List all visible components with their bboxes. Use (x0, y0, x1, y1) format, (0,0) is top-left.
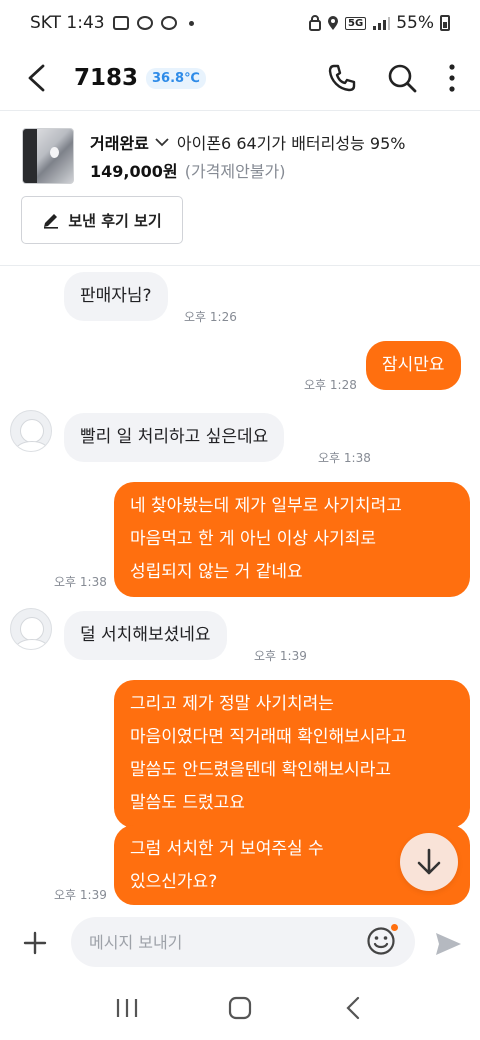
home-icon (228, 996, 252, 1019)
face-notification-icon (160, 16, 177, 30)
message-time: 오후 1:39 (54, 888, 107, 902)
product-price: 149,000원 (90, 162, 178, 181)
incoming-message-bubble[interactable]: 빨리 일 처리하고 싶은데요 (64, 413, 285, 462)
message-line: 말씀도 드렸고요 (130, 793, 245, 813)
incoming-message-bubble[interactable]: 덜 서치해보셨네요 (64, 611, 227, 660)
more-options-button[interactable] (442, 58, 462, 98)
apple-logo-icon (50, 147, 59, 158)
product-info-bar[interactable]: 거래완료 아이폰6 64기가 배터리성능 95% 149,000원 (가격제안불… (0, 111, 480, 265)
price-note: (가격제안불가) (184, 162, 286, 181)
manner-temperature-badge: 36.8℃ (146, 67, 206, 89)
search-button[interactable] (382, 58, 422, 98)
message-line: 성립되지 않는 거 같네요 (130, 562, 303, 582)
scroll-to-bottom-button[interactable] (400, 833, 458, 891)
message-time: 오후 1:28 (304, 378, 357, 392)
plus-icon (23, 931, 47, 955)
send-icon (436, 933, 461, 955)
incoming-message-bubble[interactable]: 판매자님? (64, 272, 168, 321)
carrier-time: SKT 1:43 (30, 13, 105, 33)
battery-percent: 55% (396, 13, 434, 33)
trade-status[interactable]: 거래완료 (90, 130, 149, 154)
status-bar: SKT 1:43 5G 55% (0, 0, 480, 46)
back-button[interactable] (6, 48, 66, 108)
pencil-icon (44, 214, 59, 229)
chat-header: 7183 36.8℃ (0, 46, 480, 110)
call-button[interactable] (322, 58, 362, 98)
recent-apps-button[interactable] (102, 983, 152, 1033)
talk-notification-icon (136, 16, 153, 30)
network-type: 5G (345, 16, 367, 30)
outgoing-message-bubble[interactable]: 그리고 제가 정말 사기치려는 마음이였다면 직거래때 확인해보시라고 말씀도 … (114, 680, 470, 828)
message-line: 마음먹고 한 게 아닌 이상 사기죄로 (130, 529, 376, 549)
outgoing-message-bubble[interactable]: 네 찾아봤는데 제가 일부로 사기치려고 마음먹고 한 게 아닌 이상 사기죄로… (114, 482, 470, 597)
phone-icon (328, 64, 356, 92)
back-arrow-icon (28, 64, 45, 92)
message-time: 오후 1:38 (54, 575, 107, 589)
back-icon (346, 996, 360, 1019)
status-dropdown[interactable] (155, 137, 169, 147)
recent-apps-icon (116, 998, 137, 1017)
chat-messages[interactable]: 판매자님? 오후 1:26 오후 1:28 잠시만요 빨리 일 처리하고 싶은데… (0, 266, 480, 914)
gallery-notification-icon (112, 16, 129, 30)
lock-icon (309, 15, 322, 31)
message-line: 네 찾아봤는데 제가 일부로 사기치려고 (130, 496, 402, 516)
more-vertical-icon (449, 64, 455, 92)
battery-icon (440, 15, 450, 31)
emoji-new-badge (391, 924, 398, 931)
message-time: 오후 1:38 (318, 451, 371, 465)
sent-review-label: 보낸 후기 보기 (68, 211, 162, 230)
system-back-button[interactable] (328, 983, 378, 1033)
attach-button[interactable] (14, 922, 56, 964)
signal-icon (373, 17, 391, 30)
message-line: 마음이였다면 직거래때 확인해보시라고 (130, 727, 407, 747)
chat-partner-name[interactable]: 7183 (74, 65, 138, 91)
arrow-down-icon (417, 848, 441, 875)
message-time: 오후 1:39 (254, 649, 307, 663)
send-button[interactable] (428, 924, 468, 964)
product-title: 아이폰6 64기가 배터리성능 95% (176, 134, 406, 153)
avatar[interactable] (10, 608, 52, 650)
location-icon (328, 16, 339, 30)
home-button[interactable] (215, 983, 265, 1033)
system-nav-bar (0, 975, 480, 1040)
message-line: 말씀도 안드렸을텐데 확인해보시라고 (130, 760, 392, 780)
more-notifications-icon (188, 20, 194, 26)
chevron-down-icon (155, 137, 169, 146)
product-thumbnail[interactable] (22, 128, 74, 184)
outgoing-message-bubble[interactable]: 잠시만요 (366, 341, 461, 390)
message-input-bar (0, 914, 480, 970)
avatar[interactable] (10, 410, 52, 452)
sent-review-button[interactable]: 보낸 후기 보기 (21, 196, 183, 244)
message-time: 오후 1:26 (184, 310, 237, 324)
search-icon (388, 64, 417, 93)
emoji-icon (367, 927, 395, 955)
message-line: 그리고 제가 정말 사기치려는 (130, 694, 334, 714)
